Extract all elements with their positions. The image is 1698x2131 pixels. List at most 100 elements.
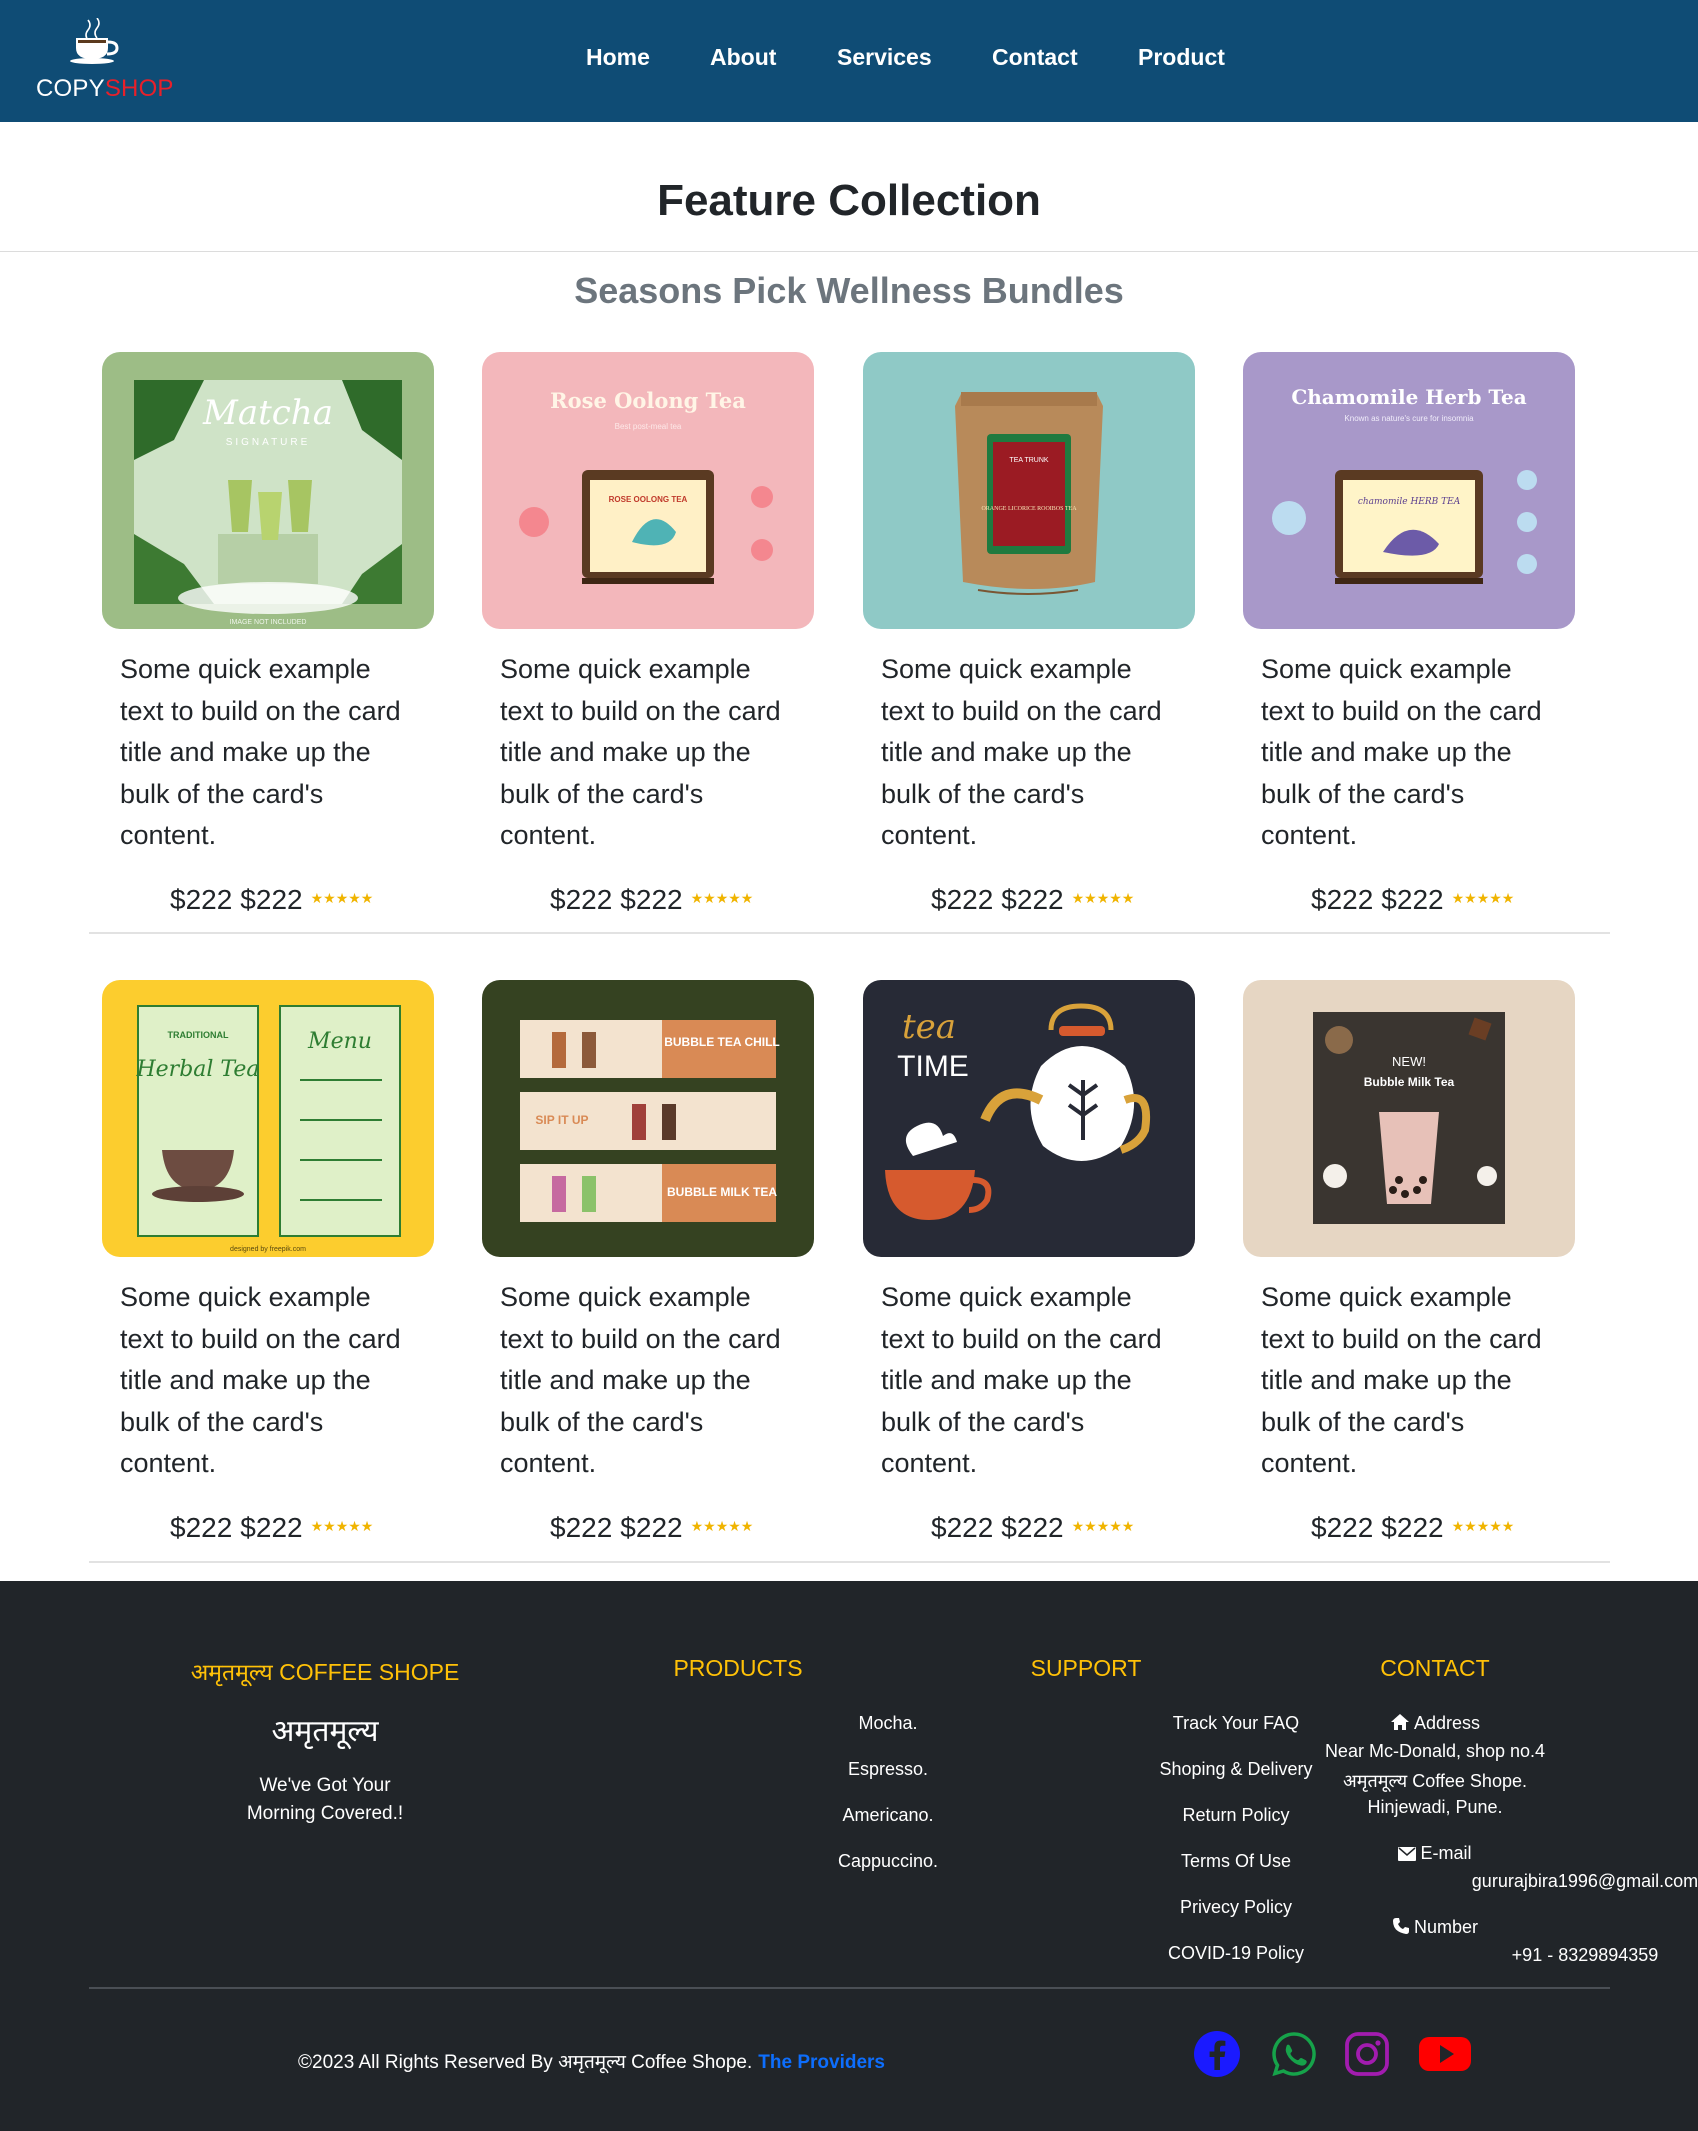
- footer-contact-heading: CONTACT: [1380, 1655, 1490, 1681]
- footer-link-mocha[interactable]: Mocha.: [738, 1713, 1038, 1734]
- instagram-icon[interactable]: [1343, 2030, 1391, 2078]
- price: $222: [931, 884, 994, 915]
- product-image[interactable]: Matcha SIGNATURE IMAGE NOT INCLUDED: [102, 352, 434, 629]
- svg-text:TRADITIONAL: TRADITIONAL: [168, 1030, 229, 1040]
- product-image[interactable]: Rose Oolong Tea Best post-meal tea ROSE …: [482, 352, 814, 629]
- card-text: Some quick example text to build on the …: [120, 654, 401, 850]
- price: $222: [170, 1512, 233, 1543]
- nav-contact[interactable]: Contact: [992, 44, 1078, 71]
- nav-about[interactable]: About: [710, 44, 776, 71]
- svg-text:chamomile HERB TEA: chamomile HERB TEA: [1358, 497, 1461, 507]
- card-footer: $222 $222 ★★★★★: [550, 1512, 753, 1544]
- svg-text:ROSE OOLONG TEA: ROSE OOLONG TEA: [609, 495, 688, 504]
- page-title: Feature Collection: [657, 176, 1041, 225]
- footer-brand-name: अमृतमूल्य: [271, 1715, 379, 1748]
- footer-brand-heading: अमृतमूल्य COFFEE SHOPE: [190, 1659, 460, 1685]
- star-rating: ★★★★★: [1071, 890, 1135, 906]
- star-rating: ★★★★★: [690, 1518, 754, 1534]
- address-line: Hinjewadi, Pune.: [1367, 1797, 1503, 1817]
- envelope-icon: [1398, 1847, 1417, 1861]
- svg-text:IMAGE NOT INCLUDED: IMAGE NOT INCLUDED: [230, 619, 307, 626]
- footer-divider: [89, 1987, 1610, 1989]
- price: $222: [1381, 1512, 1444, 1543]
- card-text: Some quick example text to build on the …: [1261, 1282, 1542, 1478]
- email-link[interactable]: gururajbira1996@gmail.com: [1435, 1871, 1698, 1892]
- svg-text:Best post-meal tea: Best post-meal tea: [615, 422, 682, 431]
- image-title: tea: [902, 1007, 956, 1047]
- star-rating: ★★★★★: [310, 890, 374, 906]
- divider: [0, 251, 1698, 252]
- card-footer: $222 $222 ★★★★★: [1311, 884, 1514, 916]
- providers-link[interactable]: The Providers: [758, 2052, 885, 2073]
- product-image[interactable]: Chamomile Herb Tea Known as nature's cur…: [1243, 352, 1575, 629]
- card-footer: $222 $222 ★★★★★: [1311, 1512, 1514, 1544]
- svg-text:designed by freepik.com: designed by freepik.com: [230, 1246, 306, 1253]
- price: $222: [620, 884, 683, 915]
- image-title: Herbal Tea: [135, 1057, 259, 1082]
- address-line: अमृतमूल्य Coffee Shope.: [1343, 1771, 1527, 1791]
- navbar: COPYSHOP Home About Services Contact Pro…: [0, 0, 1698, 122]
- price: $222: [550, 1512, 613, 1543]
- phone-icon: [1392, 1918, 1409, 1934]
- image-title: Rose Oolong Tea: [550, 388, 746, 413]
- price: $222: [931, 1512, 994, 1543]
- price: $222: [240, 1512, 303, 1543]
- footer-link-espresso[interactable]: Espresso.: [738, 1759, 1038, 1780]
- product-image[interactable]: BUBBLE TEA CHILL SIP IT UP BUBBLE MILK T…: [482, 980, 814, 1257]
- facebook-icon[interactable]: [1193, 2030, 1241, 2078]
- image-title: Matcha: [202, 393, 333, 433]
- footer-link-cappuccino[interactable]: Cappuccino.: [738, 1851, 1038, 1872]
- copyright-text: ©2023 All Rights Reserved By अमृतमूल्य C…: [298, 2052, 885, 2073]
- price: $222: [1001, 884, 1064, 915]
- star-rating: ★★★★★: [1451, 890, 1515, 906]
- footer-link-covid[interactable]: COVID-19 Policy: [1086, 1943, 1386, 1964]
- product-image[interactable]: NEW! Bubble Milk Tea: [1243, 980, 1575, 1257]
- svg-text:BUBBLE MILK TEA: BUBBLE MILK TEA: [667, 1185, 777, 1199]
- footer-link-americano[interactable]: Americano.: [738, 1805, 1038, 1826]
- card-footer: $222 $222 ★★★★★: [550, 884, 753, 916]
- price: $222: [1311, 1512, 1374, 1543]
- footer-link-privacy[interactable]: Privecy Policy: [1086, 1897, 1386, 1918]
- nav-services[interactable]: Services: [837, 44, 932, 71]
- youtube-icon[interactable]: [1418, 2030, 1472, 2078]
- nav-home[interactable]: Home: [586, 44, 650, 71]
- email-label: E-mail: [1285, 1843, 1585, 1864]
- row-divider: [89, 1561, 1610, 1563]
- star-rating: ★★★★★: [1071, 1518, 1135, 1534]
- nav-product[interactable]: Product: [1138, 44, 1225, 71]
- card-footer: $222 $222 ★★★★★: [931, 1512, 1134, 1544]
- phone-link[interactable]: +91 - 8329894359: [1435, 1945, 1698, 1966]
- site-footer: अमृतमूल्य COFFEE SHOPE अमृतमूल्य We've G…: [0, 1581, 1698, 2131]
- price: $222: [170, 884, 233, 915]
- product-image[interactable]: TEA TRUNK ORANGE LICORICE ROOIBOS TEA: [863, 352, 1195, 629]
- price: $222: [1001, 1512, 1064, 1543]
- price: $222: [240, 884, 303, 915]
- card-text: Some quick example text to build on the …: [1261, 654, 1542, 850]
- card-text: Some quick example text to build on the …: [500, 1282, 781, 1478]
- card-text: Some quick example text to build on the …: [881, 1282, 1162, 1478]
- svg-text:Bubble Milk Tea: Bubble Milk Tea: [1364, 1075, 1455, 1089]
- card-footer: $222 $222 ★★★★★: [170, 884, 373, 916]
- phone-label: Number: [1285, 1917, 1585, 1938]
- price: $222: [620, 1512, 683, 1543]
- card-footer: $222 $222 ★★★★★: [931, 884, 1134, 916]
- whatsapp-icon[interactable]: [1270, 2030, 1318, 2078]
- image-title: BUBBLE TEA CHILL: [664, 1035, 780, 1049]
- svg-text:SIGNATURE: SIGNATURE: [226, 437, 311, 448]
- card-text: Some quick example text to build on the …: [881, 654, 1162, 850]
- price: $222: [1311, 884, 1374, 915]
- product-image[interactable]: TRADITIONAL Herbal Tea Menu designed by …: [102, 980, 434, 1257]
- product-image[interactable]: tea TIME: [863, 980, 1195, 1257]
- image-title: Chamomile Herb Tea: [1291, 385, 1526, 409]
- section-subtitle: Seasons Pick Wellness Bundles: [574, 270, 1124, 311]
- image-title: NEW!: [1392, 1054, 1426, 1069]
- star-rating: ★★★★★: [690, 890, 754, 906]
- image-title: TEA TRUNK: [1009, 457, 1048, 464]
- row-divider: [89, 932, 1610, 934]
- star-rating: ★★★★★: [310, 1518, 374, 1534]
- address-label: Address: [1285, 1713, 1585, 1734]
- address-line: Near Mc-Donald, shop no.4: [1324, 1741, 1546, 1761]
- svg-text:Menu: Menu: [307, 1029, 372, 1054]
- star-rating: ★★★★★: [1451, 1518, 1515, 1534]
- svg-text:Known as nature's cure for ins: Known as nature's cure for insomnia: [1344, 414, 1474, 423]
